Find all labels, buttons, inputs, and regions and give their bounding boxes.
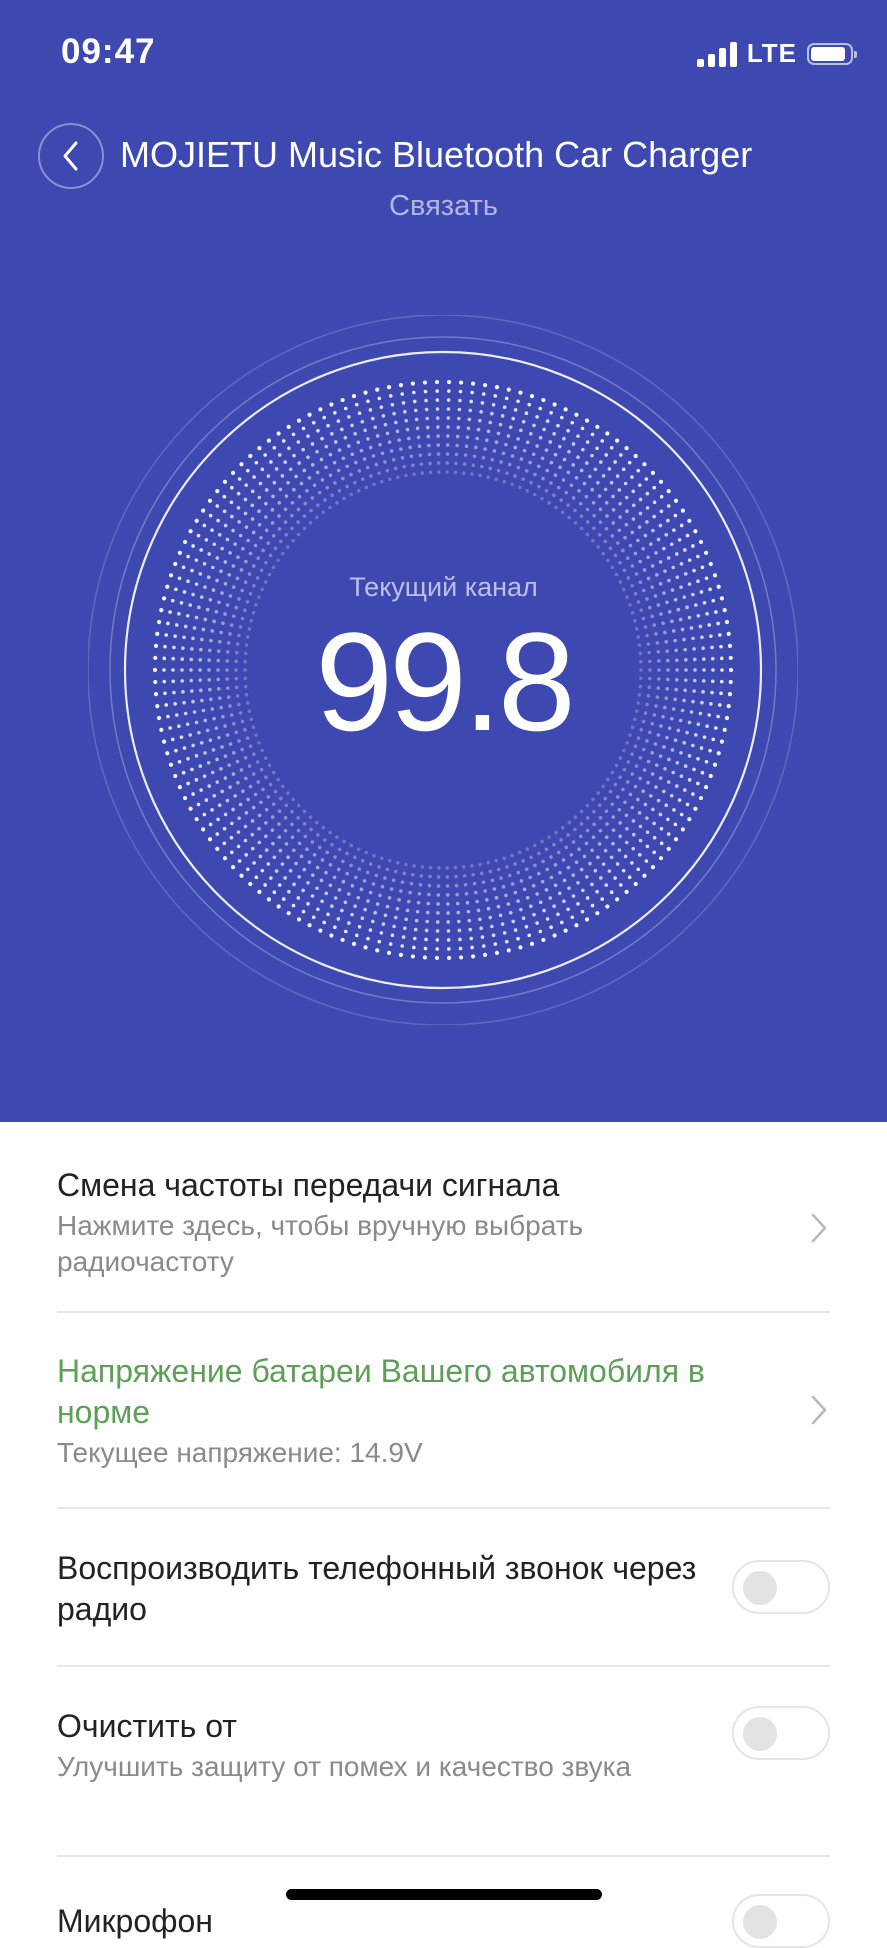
call-via-radio-title: Воспроизводить телефонный звонок через р… xyxy=(57,1550,697,1627)
status-indicators: LTE xyxy=(696,38,857,69)
network-type: LTE xyxy=(746,38,797,68)
device-header-panel: 09:47 LTE MOJIETU Music Bluetooth Car Ch… xyxy=(0,0,887,1122)
current-channel-label: Текущий канал xyxy=(349,572,538,602)
noise-clean-row: Очистить от Улучшить защиту от помех и к… xyxy=(57,1706,830,1785)
noise-clean-toggle[interactable] xyxy=(732,1706,830,1760)
divider xyxy=(57,1855,830,1857)
frequency-change-row[interactable]: Смена частоты передачи сигнала Нажмите з… xyxy=(57,1165,830,1280)
battery-voltage-value: Текущее напряжение: 14.9V xyxy=(57,1437,423,1468)
toggle-knob xyxy=(743,1905,777,1939)
call-via-radio-toggle[interactable] xyxy=(732,1560,830,1614)
battery-icon xyxy=(807,42,857,65)
chevron-right-icon xyxy=(811,1395,827,1425)
divider xyxy=(57,1507,830,1509)
microphone-title: Микрофон xyxy=(57,1903,213,1939)
chevron-left-icon xyxy=(63,141,78,171)
frequency-change-description: Нажмите здесь, чтобы вручную выбрать рад… xyxy=(57,1210,584,1277)
current-channel-value: 99.8 xyxy=(315,603,575,760)
divider xyxy=(57,1665,830,1667)
call-via-radio-row: Воспроизводить телефонный звонок через р… xyxy=(57,1548,830,1630)
microphone-toggle[interactable] xyxy=(732,1894,830,1948)
device-title: MOJIETU Music Bluetooth Car Charger xyxy=(120,134,753,175)
status-time: 09:47 xyxy=(61,32,156,71)
frequency-change-title: Смена частоты передачи сигнала xyxy=(57,1167,560,1203)
battery-voltage-row[interactable]: Напряжение батареи Вашего автомобиля в н… xyxy=(57,1351,830,1471)
divider xyxy=(57,1311,830,1313)
battery-voltage-status: Напряжение батареи Вашего автомобиля в н… xyxy=(57,1353,705,1430)
back-button[interactable] xyxy=(38,123,104,189)
noise-clean-title: Очистить от xyxy=(57,1708,237,1744)
home-indicator[interactable] xyxy=(286,1889,602,1900)
connect-link[interactable]: Связать xyxy=(0,190,887,223)
toggle-knob xyxy=(743,1717,777,1751)
chevron-right-icon xyxy=(811,1213,827,1243)
signal-icon xyxy=(696,41,737,67)
toggle-knob xyxy=(743,1571,777,1605)
noise-clean-description: Улучшить защиту от помех и качество звук… xyxy=(57,1751,632,1782)
